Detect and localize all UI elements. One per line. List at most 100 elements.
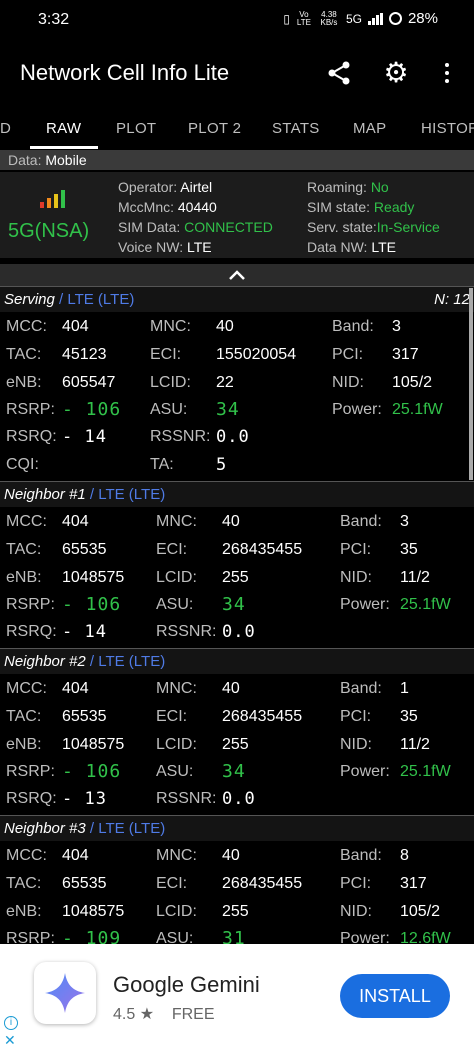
n2-mnc: 40	[222, 680, 240, 697]
neighbor1-header: Neighbor #1 / LTE (LTE)	[0, 481, 474, 507]
servstate-label: Serv. state:	[307, 219, 377, 235]
label: MNC:	[156, 680, 197, 697]
n2-enb: 1048575	[62, 736, 125, 753]
serving-tac: 45123	[62, 346, 107, 363]
n3-lcid: 255	[222, 903, 249, 920]
neighbor3-title: Neighbor #3	[4, 820, 86, 837]
ad-info-icon[interactable]: i	[4, 1016, 18, 1030]
label: ECI:	[156, 875, 188, 892]
n2-band: 1	[400, 680, 409, 697]
operator-value: Airtel	[180, 179, 213, 195]
label: LCID:	[156, 736, 197, 753]
simdata-label: SIM Data:	[118, 219, 181, 235]
label: RSSNR:	[156, 623, 217, 640]
volte-indicator: Vo LTE	[296, 9, 311, 27]
n2-nid: 11/2	[400, 736, 430, 753]
roaming-label: Roaming:	[307, 179, 367, 195]
label: ECI:	[156, 541, 188, 558]
label: TAC:	[6, 541, 42, 558]
network-type: 5G(NSA)	[8, 220, 90, 242]
more-options-icon[interactable]	[432, 58, 462, 88]
n1-rsrq: - 14	[62, 622, 107, 642]
label: RSSNR:	[156, 790, 217, 807]
tab-bar: D RAW PLOT PLOT 2 STATS MAP HISTOR	[0, 108, 474, 150]
datanw-value: LTE	[371, 239, 396, 255]
n3-band: 8	[400, 847, 409, 864]
tab-map[interactable]: MAP	[353, 120, 386, 137]
label: Power:	[340, 596, 390, 613]
neighbor3-header: Neighbor #3 / LTE (LTE)	[0, 815, 474, 841]
n2-pci: 35	[400, 708, 418, 725]
serving-mcc: 404	[62, 318, 89, 335]
label: PCI:	[332, 346, 364, 363]
label: eNB:	[6, 903, 42, 920]
ad-close-icon[interactable]: ✕	[4, 1032, 16, 1049]
speed-indicator: 4.38 KB/s	[320, 9, 338, 27]
label: eNB:	[6, 736, 42, 753]
serving-pci: 317	[392, 346, 419, 363]
n3-tac: 65535	[62, 875, 107, 892]
label: TAC:	[6, 708, 42, 725]
tab-raw[interactable]: RAW	[46, 120, 81, 137]
n3-mnc: 40	[222, 847, 240, 864]
ad-banner[interactable]: Google Gemini 4.5 ★ FREE INSTALL i ✕	[0, 944, 474, 1053]
serving-mnc: 40	[216, 318, 234, 335]
label: LCID:	[150, 374, 191, 391]
summary-left: Operator: Airtel MccMnc: 40440 SIM Data:…	[118, 177, 273, 257]
label: NID:	[340, 736, 372, 753]
ad-rating-value: 4.5 ★	[113, 1006, 155, 1023]
n2-asu: 34	[222, 761, 246, 782]
label: Band:	[340, 513, 382, 530]
label: RSSNR:	[150, 428, 211, 445]
label: ASU:	[156, 763, 194, 780]
tab-indicator	[30, 146, 98, 149]
gear-icon[interactable]: ⚙	[381, 58, 411, 88]
ad-rating: 4.5 ★ FREE	[113, 1004, 214, 1024]
label: eNB:	[6, 569, 42, 586]
operator-label: Operator:	[118, 179, 178, 195]
neighbor1-title: Neighbor #1	[4, 486, 86, 503]
neighbor3-subtitle: / LTE (LTE)	[89, 820, 166, 837]
serving-lcid: 22	[216, 374, 234, 391]
battery-ring-icon	[388, 12, 402, 25]
n1-enb: 1048575	[62, 569, 125, 586]
install-button[interactable]: INSTALL	[340, 974, 450, 1018]
ad-price: FREE	[171, 1006, 215, 1023]
n3-enb: 1048575	[62, 903, 125, 920]
tab-stats[interactable]: STATS	[272, 120, 320, 137]
tab-plot[interactable]: PLOT	[116, 120, 156, 137]
n1-rsrp: - 106	[62, 594, 122, 615]
n2-rssnr: 0.0	[222, 789, 256, 809]
n1-lcid: 255	[222, 569, 249, 586]
label: RSRQ:	[6, 623, 57, 640]
n1-band: 3	[400, 513, 409, 530]
n1-eci: 268435455	[222, 541, 303, 558]
label: LCID:	[156, 903, 197, 920]
label: Power:	[340, 763, 390, 780]
app-bar: Network Cell Info Lite ⚙	[0, 40, 474, 106]
tab-d[interactable]: D	[0, 120, 11, 137]
summary-right: Roaming: No SIM state: Ready Serv. state…	[307, 177, 440, 257]
collapse-toggle[interactable]	[0, 264, 474, 286]
n3-eci: 268435455	[222, 875, 303, 892]
share-icon[interactable]	[324, 58, 354, 88]
tab-history[interactable]: HISTOR	[421, 120, 474, 137]
scrollbar[interactable]	[469, 288, 473, 480]
n3-nid: 105/2	[400, 903, 441, 920]
n2-rsrq: - 13	[62, 789, 107, 809]
roaming-value: No	[370, 179, 389, 195]
ad-app-name[interactable]: Google Gemini	[113, 972, 260, 998]
n3-pci: 317	[400, 875, 427, 892]
label: PCI:	[340, 541, 372, 558]
tab-plot2[interactable]: PLOT 2	[188, 120, 241, 137]
label: RSRP:	[6, 763, 55, 780]
label: MCC:	[6, 847, 47, 864]
n3-mcc: 404	[62, 847, 89, 864]
serving-rsrq: - 14	[62, 427, 107, 447]
serving-ta: 5	[216, 455, 228, 475]
neighbor2-subtitle: / LTE (LTE)	[89, 653, 166, 670]
voicenw-label: Voice NW:	[118, 239, 184, 255]
signal-icon	[367, 12, 383, 25]
gemini-logo[interactable]	[34, 962, 96, 1024]
n1-power: 25.1fW	[400, 596, 451, 613]
